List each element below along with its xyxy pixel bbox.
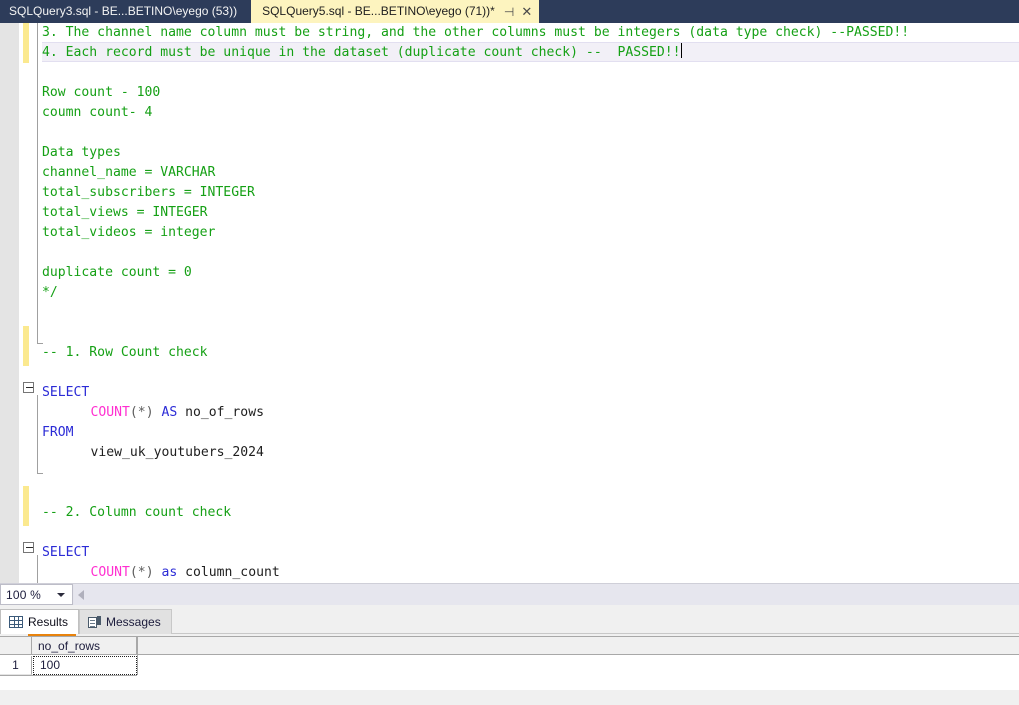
close-icon[interactable]: ✕ [521,5,532,18]
tab-results-label: Results [28,615,69,629]
code-line-text: view_uk_youtubers_2024 [90,445,264,460]
sql-editor[interactable]: 3. The channel name column must be strin… [0,23,1019,583]
outline-guide-line [37,555,38,583]
code-line-text: 3. The channel name column must be strin… [42,25,910,40]
tab-sqlquery3[interactable]: SQLQuery3.sql - BE...BETINO\eyego (53)) [0,0,252,23]
code-token-alias: no_of_rows [185,405,264,420]
chevron-down-icon[interactable] [57,593,65,597]
code-line-text: coumn count- 4 [42,105,153,120]
tab-messages-label: Messages [106,615,161,629]
results-grid-header-row: no_of_rows [0,637,1019,655]
results-pane-footer [0,690,1019,705]
zoom-dropdown[interactable]: 100 % [0,584,73,605]
results-grid-row-number[interactable]: 1 [0,656,32,675]
code-line: COUNT(*) AS no_of_rows [42,403,264,423]
editor-selection-margin[interactable] [0,23,20,583]
code-line: SELECT [42,543,89,563]
tab-sqlquery3-title: SQLQuery3.sql - BE...BETINO\eyego (53)) [9,4,238,18]
code-token-count: COUNT [90,405,130,420]
editor-code-text[interactable]: 3. The channel name column must be strin… [42,23,1019,583]
code-token-alias: column_count [185,565,280,580]
message-icon-bar [97,615,102,625]
code-line: -- 1. Row Count check [42,343,208,363]
code-line-text: total_subscribers = INTEGER [42,185,255,200]
code-line: Data types [42,143,121,163]
code-line-text: 4. Each record must be unique in the dat… [42,45,681,60]
results-grid-cell[interactable]: 100 [33,656,137,675]
code-token-paren: (*) [129,565,154,580]
tab-sqlquery5-title: SQLQuery5.sql - BE...BETINO\eyego (71))* [262,4,495,18]
outline-guide-line [37,395,38,473]
text-caret [680,43,682,58]
code-line-text: FROM [42,425,74,440]
scroll-left-arrow-icon[interactable] [78,590,84,600]
table-row[interactable]: 1 100 [0,656,1019,675]
code-line: coumn count- 4 [42,103,152,123]
outline-guide-line [37,23,38,343]
code-line-text: -- 1. Row Count check [42,345,208,360]
code-line: view_uk_youtubers_2024 [42,443,264,463]
ssms-window: SQLQuery3.sql - BE...BETINO\eyego (53)) … [0,0,1019,705]
change-bar [23,23,29,63]
code-line: channel_name = VARCHAR [42,163,215,183]
code-token-as: AS [153,405,186,420]
results-grid-corner-cell[interactable] [0,637,32,655]
code-line: COUNT(*) as column_count [42,563,280,583]
tab-sqlquery5-icons: ⊣ ✕ [504,5,532,18]
code-line: 4. Each record must be unique in the dat… [42,43,682,63]
code-line: total_subscribers = INTEGER [42,183,255,203]
code-line-text: channel_name = VARCHAR [42,165,216,180]
editor-zoom-strip: 100 % [0,583,1019,605]
code-token-count: COUNT [90,565,130,580]
code-line-text: -- 2. Column count check [42,505,232,520]
code-line-text: SELECT [42,545,90,560]
code-token-paren: (*) [129,405,154,420]
code-line: duplicate count = 0 [42,263,192,283]
code-line-text: Data types [42,145,121,160]
outline-collapse-box[interactable] [23,382,34,393]
tab-sqlquery5[interactable]: SQLQuery5.sql - BE...BETINO\eyego (71))*… [251,0,540,23]
code-line: */ [42,283,58,303]
code-line: total_videos = integer [42,223,215,243]
code-token-as-lower: as [153,565,186,580]
code-line: Row count - 100 [42,83,160,103]
code-line: -- 2. Column count check [42,503,231,523]
results-grid-row-bottom-rule [0,675,137,676]
code-line-text: total_views = INTEGER [42,205,208,220]
outline-collapse-box[interactable] [23,542,34,553]
results-grid-right-edge [137,637,138,675]
code-line-text: duplicate count = 0 [42,265,192,280]
results-grid-column-header[interactable]: no_of_rows [32,637,137,655]
editor-horizontal-scrollbar[interactable] [74,584,1019,605]
message-icon [88,615,102,629]
editor-tab-bar: SQLQuery3.sql - BE...BETINO\eyego (53)) … [0,0,1019,23]
code-line: SELECT [42,383,89,403]
change-bar [23,486,29,526]
code-line-text: SELECT [42,385,90,400]
tab-results[interactable]: Results [0,609,80,636]
code-line-text: Row count - 100 [42,85,161,100]
change-bar [23,326,29,366]
code-line-text: */ [42,285,58,300]
code-line: total_views = INTEGER [42,203,208,223]
pin-icon[interactable]: ⊣ [504,6,514,18]
code-line-text: total_videos = integer [42,225,216,240]
code-line: 3. The channel name column must be strin… [42,23,909,43]
results-grid[interactable]: no_of_rows 1 100 [0,636,1019,690]
tab-messages[interactable]: Messages [79,609,172,634]
code-line: FROM [42,423,74,443]
zoom-level-value: 100 % [6,587,42,602]
grid-icon [9,616,23,628]
results-tab-strip: Results Messages [0,609,1019,636]
message-icon-page [88,616,98,628]
